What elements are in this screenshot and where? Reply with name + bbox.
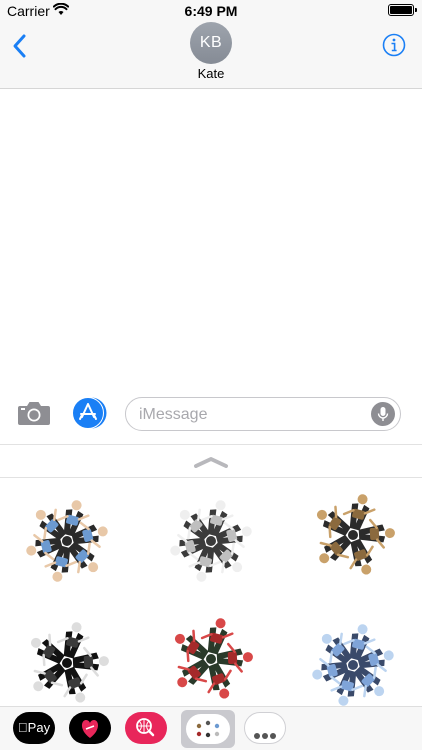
conversation-header: KB Kate <box>0 22 422 89</box>
sticker-pack-icon <box>196 720 220 738</box>
globe-search-icon <box>136 718 155 737</box>
compose-bar: iMessage <box>0 383 422 445</box>
sticker-figure <box>216 642 253 673</box>
microphone-icon[interactable] <box>371 402 395 426</box>
more-icon <box>254 726 278 744</box>
sticker-kaleidoscope-1[interactable] <box>22 496 112 586</box>
sticker-kaleidoscope-4[interactable] <box>22 618 112 706</box>
sticker-pack-button[interactable] <box>181 710 235 748</box>
heart-icon <box>81 720 99 738</box>
contact-name[interactable]: Kate <box>0 66 422 81</box>
app-store-icon[interactable] <box>71 397 107 429</box>
image-search-button[interactable] <box>125 712 167 744</box>
status-time: 6:49 PM <box>184 3 238 19</box>
chevron-left-icon[interactable] <box>10 32 30 60</box>
app-drawer-strip: Pay <box>0 706 422 750</box>
sticker-kaleidoscope-6[interactable] <box>308 620 398 706</box>
sticker-kaleidoscope-3[interactable] <box>308 490 398 580</box>
apple-icon:  <box>18 720 28 735</box>
info-icon[interactable] <box>382 33 406 57</box>
contact-avatar[interactable]: KB <box>190 22 232 64</box>
camera-icon[interactable] <box>17 400 51 426</box>
battery-icon <box>388 4 417 16</box>
message-placeholder: iMessage <box>139 406 208 423</box>
message-input[interactable]: iMessage <box>125 397 401 431</box>
apple-pay-button[interactable]: Pay <box>13 712 55 744</box>
sticker-figure <box>72 646 109 677</box>
digital-touch-button[interactable] <box>69 712 111 744</box>
sticker-figure <box>358 518 395 549</box>
apple-pay-label: Pay <box>22 720 50 735</box>
chevron-up-icon[interactable] <box>193 456 229 468</box>
sticker-grid <box>0 478 422 706</box>
status-bar: Carrier 6:49 PM <box>0 0 422 22</box>
conversation-area <box>0 90 422 382</box>
sticker-kaleidoscope-5[interactable] <box>166 614 256 704</box>
sticker-kaleidoscope-2[interactable] <box>166 496 256 586</box>
more-apps-button[interactable] <box>244 712 286 744</box>
drawer-handle[interactable] <box>0 446 422 478</box>
